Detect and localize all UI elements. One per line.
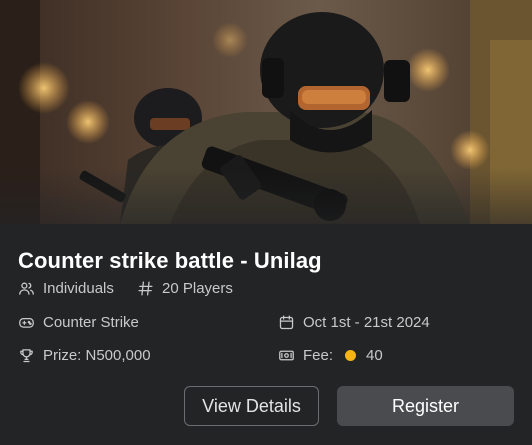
ticket-icon	[279, 350, 294, 361]
event-banner-image	[0, 0, 532, 224]
prize-pool-label: Prize: N500,000	[43, 347, 151, 364]
game-name-label: Counter Strike	[43, 314, 139, 331]
trophy-icon	[20, 349, 33, 363]
register-button[interactable]: Register	[337, 386, 514, 426]
calendar-icon	[279, 315, 294, 330]
event-dates-label: Oct 1st - 21st 2024	[303, 314, 430, 331]
prize-pool: Prize: N500,000	[18, 347, 151, 364]
event-title: Counter strike battle - Unilag	[18, 248, 322, 273]
player-count-label: 20 Players	[162, 280, 233, 297]
hash-icon	[138, 281, 153, 296]
entry-fee: Fee: 40	[278, 347, 383, 364]
entry-fee-label: Fee:	[303, 347, 334, 364]
event-dates: Oct 1st - 21st 2024	[278, 314, 430, 331]
users-icon	[19, 282, 34, 295]
entry-fee-value: 40	[366, 347, 383, 364]
player-count: 20 Players	[137, 280, 233, 297]
game-name: Counter Strike	[18, 314, 139, 331]
event-details: Counter strike battle - Unilag Individua…	[0, 224, 532, 445]
gamepad-icon	[19, 317, 34, 328]
participation-mode: Individuals	[18, 280, 114, 297]
view-details-button[interactable]: View Details	[184, 386, 319, 426]
participation-mode-label: Individuals	[43, 280, 114, 297]
event-card: Counter strike battle - Unilag Individua…	[0, 0, 532, 445]
coin-icon	[345, 350, 357, 361]
